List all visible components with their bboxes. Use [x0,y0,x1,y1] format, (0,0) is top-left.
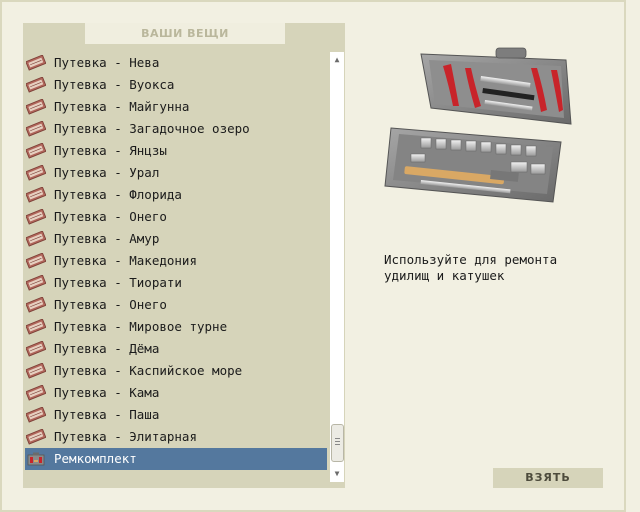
repair-kit-icon [26,451,46,467]
grip-line [335,441,340,442]
list-item-label: Путевка - Тиорати [54,275,182,290]
list-item-label: Путевка - Онего [54,209,167,224]
list-item-label: Путевка - Онего [54,297,167,312]
ticket-icon [25,98,47,115]
ticket-icon [25,318,47,335]
list-item-label: Путевка - Амур [54,231,160,246]
list-item[interactable]: Путевка - Паша [25,404,327,426]
ticket-icon [25,142,47,159]
ticket-icon [25,208,47,225]
ticket-icon [25,252,47,269]
scroll-thumb[interactable] [331,424,344,462]
list-item-label: Путевка - Майгунна [54,99,190,114]
inventory-title: ВАШИ ВЕЩИ [85,23,285,44]
list-item[interactable]: Путевка - Тиорати [25,272,327,294]
list-item-label: Путевка - Вуокса [54,77,175,92]
list-item[interactable]: Путевка - Каспийское море [25,360,327,382]
list-item[interactable]: Путевка - Нева [25,52,327,74]
list-item-label: Путевка - Элитарная [54,429,197,444]
list-item-label: Путевка - Македония [54,253,197,268]
ticket-icon [25,186,47,203]
list-item-label: Путевка - Загадочное озеро [54,121,250,136]
list-item[interactable]: Путевка - Вуокса [25,74,327,96]
ticket-icon [25,406,47,423]
ticket-icon [25,274,47,291]
list-item[interactable]: Путевка - Янцзы [25,140,327,162]
list-item-label: Путевка - Урал [54,165,160,180]
list-item-label: Путевка - Каспийское море [54,363,243,378]
list-item-label: Путевка - Паша [54,407,160,422]
list-item[interactable]: Путевка - Онего [25,206,327,228]
list-scrollbar[interactable]: ▲ ▼ [330,52,344,482]
item-description: Используйте для ремонта удилищ и катушек [384,252,558,283]
list-item[interactable]: Путевка - Элитарная [25,426,327,448]
list-item[interactable]: Путевка - Мировое турне [25,316,327,338]
list-item[interactable]: Путевка - Дёма [25,338,327,360]
list-item-label: Путевка - Дёма [54,341,160,356]
ticket-icon [25,384,47,401]
ticket-icon [25,428,47,445]
list-item[interactable]: Путевка - Майгунна [25,96,327,118]
grip-line [335,444,340,445]
ticket-icon [25,340,47,357]
list-item[interactable]: Путевка - Урал [25,162,327,184]
list-item[interactable]: Путевка - Кама [25,382,327,404]
ticket-icon [25,164,47,181]
take-button[interactable]: ВЗЯТЬ [493,468,603,488]
list-item[interactable]: Путевка - Загадочное озеро [25,118,327,140]
scroll-down-arrow-icon[interactable]: ▼ [330,467,344,481]
list-item-label: Ремкомплект [54,451,137,466]
list-item[interactable]: Ремкомплект [25,448,327,470]
ticket-icon [25,76,47,93]
list-item-label: Путевка - Янцзы [54,143,167,158]
list-item-label: Путевка - Нева [54,55,160,70]
ticket-icon [25,54,47,71]
list-item[interactable]: Путевка - Онего [25,294,327,316]
ticket-icon [25,120,47,137]
inventory-list: Путевка - Нева Путевка - Вуокса Путевка - … [24,52,328,482]
list-item[interactable]: Путевка - Македония [25,250,327,272]
list-item-label: Путевка - Флорида [54,187,182,202]
list-item-label: Путевка - Мировое турне [54,319,228,334]
list-item[interactable]: Путевка - Флорида [25,184,327,206]
grip-line [335,438,340,439]
ticket-icon [25,296,47,313]
toolbox-image [384,47,572,203]
ticket-icon [25,230,47,247]
ticket-icon [25,362,47,379]
scroll-up-arrow-icon[interactable]: ▲ [330,53,344,67]
list-item-label: Путевка - Кама [54,385,160,400]
list-item[interactable]: Путевка - Амур [25,228,327,250]
